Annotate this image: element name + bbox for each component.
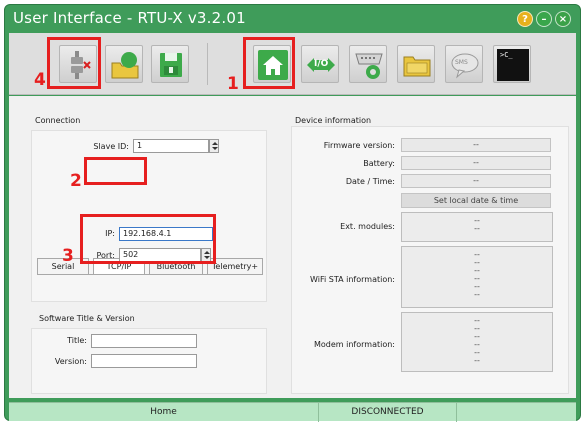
slave-id-stepper[interactable] — [209, 139, 219, 153]
annotation-number-2: 2 — [70, 171, 82, 191]
toolbar-separator — [207, 43, 208, 85]
status-extra — [457, 403, 576, 422]
software-title: Software Title & Version — [39, 314, 135, 323]
title-bar: User Interface - RTU-X v3.2.01 ? – × — [5, 5, 580, 31]
firmware-value: -- — [401, 138, 551, 152]
datetime-value: -- — [401, 174, 551, 188]
modem-label: Modem information: — [314, 340, 395, 349]
software-version-input[interactable] — [91, 354, 197, 368]
ext-modules-line: -- — [474, 224, 480, 233]
terminal-prompt: >C_ — [500, 51, 513, 59]
annotation-box-1 — [243, 37, 295, 89]
annotation-number-1: 1 — [227, 74, 239, 94]
annotation-number-3: 3 — [62, 246, 74, 266]
firmware-label: Firmware version: — [323, 141, 395, 150]
open-profile-button[interactable] — [105, 45, 143, 83]
battery-label: Battery: — [363, 159, 395, 168]
software-title-label: Title: — [67, 336, 87, 345]
device-info-title: Device information — [295, 116, 372, 125]
modem-box: -- -- -- -- -- -- — [401, 312, 553, 372]
annotation-box-4 — [47, 37, 101, 89]
status-bar: Home DISCONNECTED — [9, 402, 576, 422]
annotation-number-4: 4 — [34, 70, 46, 90]
terminal-button[interactable]: >C_ — [493, 45, 531, 83]
wifi-label: WiFi STA information: — [310, 275, 395, 284]
modem-line: -- — [474, 356, 480, 365]
sms-button[interactable]: SMS — [445, 45, 483, 83]
window-title: User Interface - RTU-X v3.2.01 — [13, 9, 246, 27]
set-date-time-button[interactable]: Set local date & time — [401, 193, 551, 208]
slave-id-label: Slave ID: — [93, 142, 129, 151]
io-button[interactable]: I/O — [301, 45, 339, 83]
ext-modules-box: -- -- — [401, 212, 553, 242]
wifi-line: -- — [474, 290, 480, 299]
connection-title: Connection — [35, 116, 81, 125]
status-page: Home — [9, 403, 319, 422]
annotation-box-3 — [80, 214, 216, 264]
battery-value: -- — [401, 156, 551, 170]
folder-icon — [403, 56, 431, 77]
software-version-label: Version: — [54, 357, 87, 366]
wifi-box: -- -- -- -- -- -- — [401, 246, 553, 308]
open-folder-button[interactable] — [397, 45, 435, 83]
ext-modules-label: Ext. modules: — [340, 222, 395, 231]
minimize-button[interactable]: – — [536, 11, 552, 27]
sms-label: SMS — [455, 59, 468, 66]
datetime-label: Date / Time: — [345, 177, 395, 186]
software-title-input[interactable] — [91, 334, 197, 348]
status-connection: DISCONNECTED — [319, 403, 457, 422]
tab-baseline — [37, 274, 263, 275]
serial-settings-button[interactable] — [349, 45, 387, 83]
io-label: I/O — [314, 59, 329, 69]
serial-port-icon — [355, 53, 383, 79]
help-button[interactable]: ? — [517, 11, 533, 27]
annotation-box-2 — [84, 157, 147, 185]
open-profile-icon — [111, 52, 139, 79]
close-button[interactable]: × — [555, 11, 571, 27]
save-icon — [160, 53, 182, 77]
save-button[interactable] — [151, 45, 189, 83]
slave-id-input[interactable]: 1 — [133, 139, 209, 153]
